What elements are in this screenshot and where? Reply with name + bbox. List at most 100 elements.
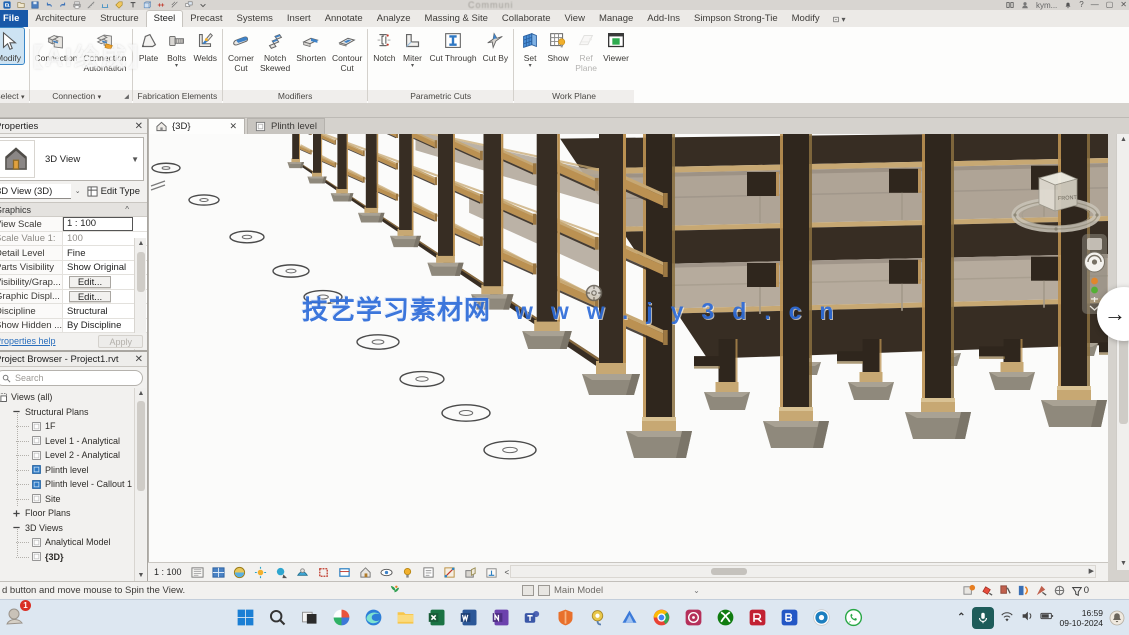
tray-wifi-icon[interactable] — [1000, 609, 1014, 626]
panel-label[interactable]: Connection ▾◥ — [30, 90, 132, 103]
modify-button[interactable]: Modify — [0, 28, 24, 64]
tree-item-site[interactable]: Site — [0, 492, 147, 507]
properties-title-bar[interactable]: Properties ✕ — [0, 119, 147, 134]
bolts-button[interactable]: Bolts▾ — [163, 28, 191, 69]
type-selector-caret-icon[interactable]: ▼ — [131, 155, 139, 164]
window-maximize-icon[interactable]: ▢ — [1106, 0, 1114, 10]
tree-item-floor-plans[interactable]: Floor Plans — [0, 506, 147, 521]
cut-by-button[interactable]: Cut By — [480, 28, 512, 64]
connection-automation-button[interactable]: ConnectionAutomation — [81, 28, 130, 73]
dialog-launcher-icon[interactable]: ◥ — [119, 94, 132, 99]
crop-view-icon[interactable] — [314, 564, 333, 580]
panel-dropdown-icon[interactable]: ▾ — [98, 94, 102, 101]
scrollbar-thumb[interactable] — [137, 252, 145, 292]
section-collapse-icon[interactable]: ^ — [125, 205, 129, 214]
type-selector[interactable]: 3D View ▼ — [0, 137, 144, 181]
scroll-up-icon[interactable]: ▲ — [135, 238, 147, 250]
tree-item-1f[interactable]: 1F — [0, 419, 147, 434]
crop-region-icon[interactable] — [335, 564, 354, 580]
status-select-link-icon[interactable] — [1035, 584, 1050, 598]
scroll-right-icon[interactable]: ▶ — [1089, 566, 1094, 578]
ribbon-tab-steel[interactable]: Steel — [146, 10, 184, 27]
qat-aligned-dim-icon[interactable] — [101, 1, 109, 9]
ribbon-tab-analyze[interactable]: Analyze — [370, 11, 418, 27]
ribbon-tab-precast[interactable]: Precast — [183, 11, 229, 27]
detail-level-icon[interactable] — [209, 564, 228, 580]
sun-path-icon[interactable] — [251, 564, 270, 580]
property-value[interactable]: 1 : 100 — [63, 217, 133, 231]
panel-dropdown-icon[interactable]: ▾ — [21, 94, 25, 101]
window-minimize-icon[interactable]: — — [1091, 0, 1099, 10]
tree-item-3d[interactable]: {3D} — [0, 550, 147, 565]
qat-section-icon[interactable] — [157, 1, 165, 9]
set-button[interactable]: Set▾ — [516, 28, 544, 69]
scrollbar-thumb[interactable] — [137, 401, 145, 491]
taskbar-active-app-icon[interactable] — [777, 606, 801, 630]
ribbon-tab-add-ins[interactable]: Add-Ins — [640, 11, 687, 27]
ribbon-tab-massing-and-site[interactable]: Massing & Site — [418, 11, 495, 27]
tray-battery-icon[interactable] — [1040, 609, 1054, 626]
tree-item-views-all[interactable]: Views (all) — [0, 390, 147, 405]
qat-undo-icon[interactable] — [45, 1, 53, 9]
design-option-icon[interactable] — [538, 585, 550, 596]
scale-icon[interactable] — [188, 564, 207, 580]
taskbar-search-icon[interactable] — [265, 606, 289, 630]
viewcube-front-label[interactable]: FRONT — [1058, 195, 1078, 202]
taskbar-drive-app-icon[interactable] — [617, 606, 641, 630]
connection-button[interactable]: Connection — [32, 28, 81, 64]
rendering-icon[interactable] — [293, 564, 312, 580]
view-scale-button[interactable]: 1 : 100 — [154, 567, 182, 577]
taskbar-excel-icon[interactable] — [425, 606, 449, 630]
tree-item-structural-plans[interactable]: Structural Plans — [0, 405, 147, 420]
browser-close-icon[interactable]: ✕ — [135, 354, 143, 365]
plate-button[interactable]: Plate — [135, 28, 163, 64]
ribbon-tab-systems[interactable]: Systems — [229, 11, 279, 27]
visual-style-icon[interactable] — [230, 564, 249, 580]
welds-button[interactable]: Welds — [191, 28, 220, 64]
edit-button[interactable]: Edit... — [69, 291, 111, 303]
shorten-button[interactable]: Shorten — [293, 28, 329, 64]
taskbar-clock[interactable]: 16:59 09-10-2024 — [1060, 608, 1103, 628]
browser-search-input[interactable]: Search — [0, 370, 143, 386]
taskbar-shield-app-icon[interactable] — [553, 606, 577, 630]
ribbon-tab-simpson-strong-tie[interactable]: Simpson Strong-Tie — [687, 11, 785, 27]
taskbar-teams-icon[interactable] — [521, 606, 545, 630]
qat-save-icon[interactable] — [31, 1, 39, 9]
properties-help-link[interactable]: Properties help — [0, 336, 56, 346]
corner-cut-button[interactable]: CornerCut — [225, 28, 257, 73]
scroll-down-icon[interactable]: ▼ — [1117, 558, 1129, 570]
taskbar-xbox-icon[interactable] — [713, 606, 737, 630]
signed-in-user[interactable]: kym... — [1036, 1, 1057, 10]
panel-label[interactable]: Modifiers — [223, 90, 367, 103]
status-background-processes-icon[interactable] — [1017, 584, 1032, 598]
design-option-caret-icon[interactable]: ⌄ — [693, 586, 700, 595]
qat-measure-icon[interactable] — [87, 1, 95, 9]
taskbar-edge-icon[interactable] — [361, 606, 385, 630]
ribbon-tab-modify[interactable]: Modify — [785, 11, 827, 27]
browser-scrollbar[interactable]: ▲ ▼ — [134, 388, 146, 582]
ribbon-tab-architecture[interactable]: Architecture — [28, 11, 93, 27]
design-option-value[interactable]: Main Model — [554, 585, 603, 596]
tree-item-3d-views[interactable]: 3D Views — [0, 521, 147, 536]
tree-item-level-2---analytical[interactable]: Level 2 - Analytical — [0, 448, 147, 463]
panel-label[interactable]: Fabrication Elements — [133, 90, 222, 103]
constraints-icon[interactable] — [482, 564, 501, 580]
scrollbar-thumb[interactable] — [711, 568, 747, 575]
panel-label[interactable]: Parametric Cuts — [368, 90, 513, 103]
qat-caret-icon[interactable] — [199, 1, 207, 9]
help-icon[interactable]: ? — [1079, 0, 1083, 10]
qat-thin-lines-icon[interactable] — [171, 1, 179, 9]
canvas-horizontal-scrollbar[interactable]: ▶ — [510, 565, 1096, 578]
drawing-area[interactable]: FRONT — [148, 134, 1108, 570]
workspaces-icon[interactable] — [1006, 1, 1014, 9]
tray-volume-icon[interactable] — [1020, 609, 1034, 626]
home-icon[interactable] — [356, 564, 375, 580]
qat-print-icon[interactable] — [73, 1, 81, 9]
taskbar-onenote-icon[interactable] — [489, 606, 513, 630]
notification-center-icon[interactable] — [1109, 610, 1125, 626]
status-link-monitor-icon[interactable] — [999, 584, 1014, 598]
viewer-button[interactable]: Viewer — [600, 28, 632, 64]
contour-cut-button[interactable]: ContourCut — [329, 28, 365, 73]
view-tab-3d[interactable]: {3D} ✕ — [148, 118, 245, 134]
ribbon-tab-collaborate[interactable]: Collaborate — [495, 11, 558, 27]
